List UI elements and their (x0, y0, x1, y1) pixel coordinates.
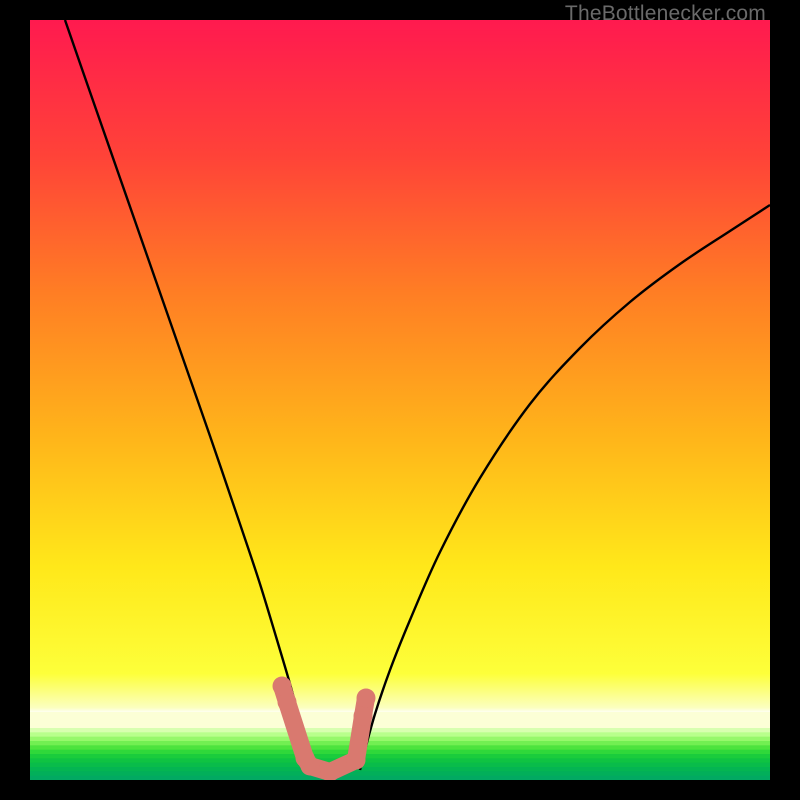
valley-marker (357, 689, 376, 708)
bottleneck-chart (30, 20, 770, 780)
green-bottom-bands (30, 728, 770, 780)
yellow-valley-band (30, 712, 770, 728)
chart-frame (30, 20, 770, 780)
valley-marker (347, 751, 366, 770)
valley-marker (278, 693, 297, 712)
valley-marker (301, 757, 320, 776)
valley-marker (354, 707, 373, 726)
gradient-background (30, 20, 770, 780)
